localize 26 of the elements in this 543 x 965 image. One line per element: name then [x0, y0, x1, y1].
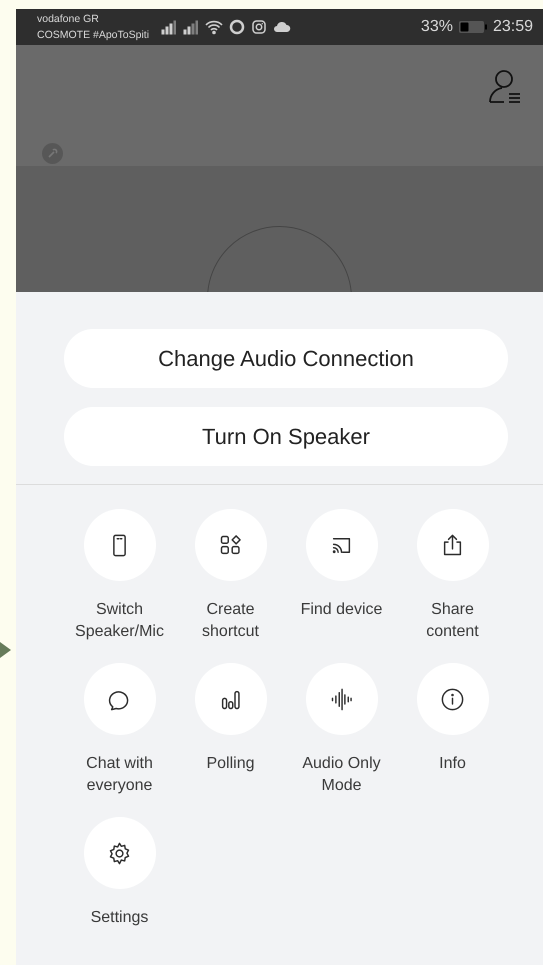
action-label: Audio Only Mode [301, 754, 382, 796]
sync-icon [229, 19, 246, 35]
action-label: Find device [300, 600, 384, 620]
sheet-button[interactable]: Turn On Speaker [64, 407, 508, 466]
sheet-button[interactable]: Change Audio Connection [64, 329, 508, 388]
signal-icon [161, 19, 178, 35]
carrier-name: vodafone GR [37, 12, 100, 27]
action-label: Share content [425, 600, 480, 642]
wifi-icon [205, 19, 224, 35]
action-label: Chat with everyone [85, 754, 154, 796]
link-icon [42, 143, 63, 164]
participants-icon[interactable] [488, 69, 522, 105]
clock-time: 23:59 [492, 18, 533, 36]
info-icon [439, 686, 466, 712]
battery-icon [458, 19, 488, 35]
action-label: Settings [90, 908, 150, 928]
signal-icon [183, 19, 200, 35]
cloud-icon [273, 19, 292, 35]
pointer-arrow-icon [0, 642, 11, 658]
action-label: Switch Speaker/Mic [74, 600, 165, 642]
battery-percent: 33% [420, 18, 453, 36]
camera-icon [251, 19, 268, 35]
action-label: Create shortcut [201, 600, 260, 642]
action-label: Polling [205, 754, 256, 774]
action-label: Info [438, 754, 467, 774]
carrier-name: COSMOTE #ApoToSpiti [37, 28, 150, 43]
